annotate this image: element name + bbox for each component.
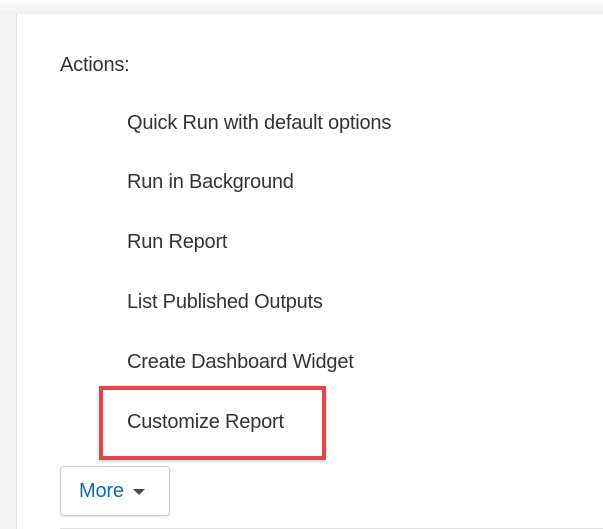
more-button-label: More — [79, 479, 124, 502]
action-run-report[interactable]: Run Report — [127, 231, 227, 254]
action-list-published-outputs[interactable]: List Published Outputs — [127, 291, 323, 314]
actions-heading: Actions: — [60, 54, 130, 76]
action-quick-run[interactable]: Quick Run with default options — [127, 112, 391, 135]
action-customize-report[interactable]: Customize Report — [127, 411, 284, 434]
more-button[interactable]: More — [60, 466, 170, 516]
top-shadow — [0, 0, 603, 13]
caret-down-icon — [132, 489, 145, 495]
actions-panel: Actions: Quick Run with default options … — [16, 13, 603, 529]
action-create-dashboard-widget[interactable]: Create Dashboard Widget — [127, 351, 354, 374]
action-run-in-background[interactable]: Run in Background — [127, 171, 294, 194]
